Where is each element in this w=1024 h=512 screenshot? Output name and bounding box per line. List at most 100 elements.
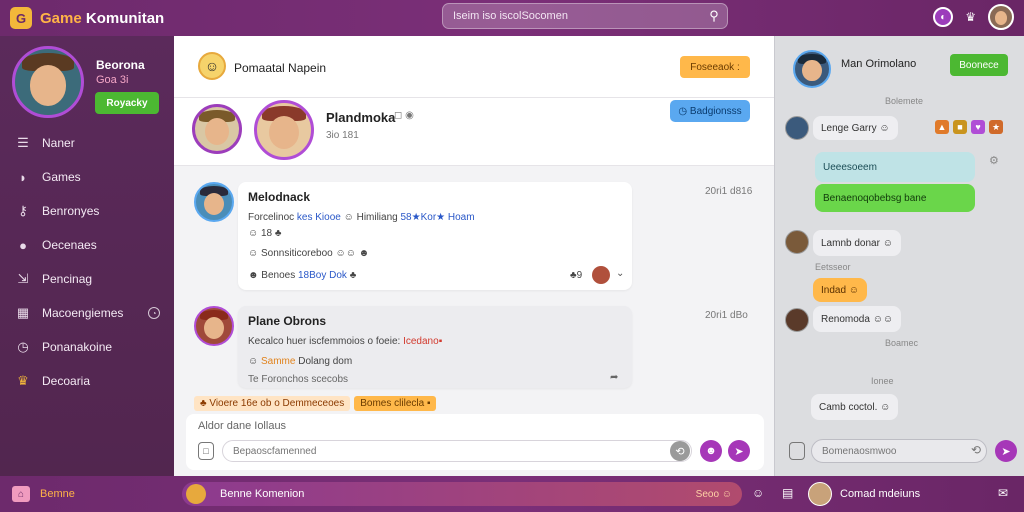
chat-avatar[interactable] — [785, 230, 809, 254]
chevron-down-icon[interactable]: ⌄ — [616, 268, 624, 279]
key-icon: ⚷ — [18, 203, 28, 218]
chest-icon[interactable]: ■ — [953, 120, 967, 134]
chat-bubble: Camb coctol. ☺ — [811, 394, 899, 420]
sidebar-item-label: Naner — [42, 136, 75, 150]
layers-icon[interactable]: ▤ — [782, 486, 793, 500]
now-playing-bar[interactable]: Benne Komenion Seoo ☺ — [182, 482, 742, 506]
message-mention[interactable]: Samme — [261, 356, 295, 367]
message-line: Forcelinoc kes Kiooe ☺ Himiliang 58★Kor★… — [248, 212, 475, 223]
attach-icon[interactable]: □ — [198, 442, 214, 460]
clock-icon: ◷ — [17, 339, 29, 354]
sidebar-item-label: Ponanakoine — [42, 340, 113, 354]
send-button[interactable]: ➤ — [995, 440, 1017, 462]
message-text: huer iscfemmoios o foeie: — [286, 336, 401, 347]
chat-avatar[interactable] — [785, 116, 809, 140]
sidebar-item-label: Decoaria — [42, 374, 91, 388]
notifications-icon[interactable]: ◐ — [933, 7, 954, 27]
chat-time: Boamec — [885, 338, 919, 348]
bottom-user[interactable]: Comad mdeiuns — [808, 482, 920, 506]
now-playing-title: Benne Komenion — [220, 488, 305, 500]
star-icon[interactable]: ★ — [989, 120, 1003, 134]
message-line: ☺ Samme Dolang dom — [248, 356, 352, 367]
sidebar-nav: ☰ Naner ◗ Games ⚷ Benronyes ● Oecenaes ⇲ Penc… — [0, 126, 174, 398]
main-header: ☺ Pomaatal Napein Foseeaok : — [174, 36, 774, 98]
heart-icon[interactable]: ♥ — [971, 120, 985, 134]
avatar-face — [802, 60, 822, 82]
profile-card: Beorona Goa 3i Royacky — [0, 36, 174, 126]
profile-avatar[interactable] — [12, 46, 84, 118]
chat-bubble: Ueeesoeem — [815, 152, 975, 182]
emoji-icon[interactable]: ☺ — [752, 486, 764, 500]
now-playing-avatar — [186, 484, 206, 504]
profile-status-button[interactable]: Royacky — [95, 92, 159, 114]
sidebar-item-keys[interactable]: ⚷ Benronyes — [0, 194, 174, 228]
message-composer: Aldor dane Iollaus □ ⟲ ☻ ➤ — [186, 414, 764, 470]
follow-button[interactable]: Boonece — [950, 54, 1008, 76]
header-action-button[interactable]: Foseeaok : — [680, 56, 750, 78]
message-avatar[interactable] — [194, 306, 234, 346]
search-input[interactable] — [443, 10, 701, 22]
sidebar-item-menu[interactable]: ☰ Naner — [0, 126, 174, 160]
send-button[interactable]: ➤ — [728, 440, 750, 462]
chat-reaction-icons[interactable]: ▲ ■ ♥ ★ — [935, 120, 1003, 134]
right-composer: ⟲ ➤ — [785, 438, 1017, 464]
right-composer-input[interactable] — [812, 440, 986, 462]
sidebar-item-clock[interactable]: ◷ Ponanakoine — [0, 330, 174, 364]
group-tools-icon[interactable]: ◻ ◉ — [394, 110, 414, 121]
share-icon[interactable]: ➦ — [610, 372, 618, 383]
composer-box[interactable] — [222, 440, 692, 462]
app-logo[interactable]: G Game Komunitan — [10, 7, 164, 29]
sticker-icon[interactable]: ⟲ — [670, 441, 690, 461]
search-bar[interactable]: ⚲ — [442, 3, 728, 29]
sticker-icon[interactable]: ⟲ — [971, 443, 981, 457]
avatar-face — [203, 192, 225, 215]
message-reactions[interactable]: ♣9 — [570, 270, 582, 281]
message-avatar[interactable] — [194, 182, 234, 222]
right-composer-box[interactable] — [811, 439, 987, 463]
group-avatar-1[interactable] — [192, 104, 242, 154]
profile-name: Beorona — [96, 58, 145, 72]
message-text: ☺ Himiliang — [340, 212, 401, 223]
notice-tag[interactable]: Bomes clilecla ▪ — [354, 395, 437, 411]
fire-icon[interactable]: ▲ — [935, 120, 949, 134]
chat-partner-avatar[interactable] — [793, 50, 831, 88]
message-author: Melodnack — [248, 190, 311, 204]
sidebar-item-crown[interactable]: ♛ Decoaria — [0, 364, 174, 398]
sidebar-item-users[interactable]: ● Oecenaes — [0, 228, 174, 262]
right-chat-panel: Man Orimolano Boonece Bolemete Lenge Gar… — [774, 36, 1024, 476]
message-link[interactable]: 18Boy Dok — [298, 270, 347, 281]
controller-icon: ◗ — [19, 169, 27, 185]
message-mention[interactable]: kes Kiooe — [297, 212, 341, 223]
sidebar-item-games[interactable]: ◗ Games — [0, 160, 174, 194]
bottom-bar: ⌂ Bemne Benne Komenion Seoo ☺ ☺ ▤ Comad … — [0, 476, 1024, 512]
chat-icon[interactable]: ✉ — [998, 486, 1008, 500]
badges-button[interactable]: ◷ Badgionsss — [670, 100, 750, 122]
attach-icon[interactable] — [789, 442, 805, 460]
emoji-button[interactable]: ☻ — [700, 440, 722, 462]
app-title-suffix: Komunitan — [81, 9, 165, 27]
top-user-avatar[interactable] — [988, 4, 1014, 30]
crown-icon[interactable]: ♛ — [965, 10, 976, 24]
message-author: Plane Obrons — [248, 314, 327, 328]
avatar-face — [29, 64, 67, 106]
settings-icon[interactable]: ⚙ — [989, 154, 999, 167]
chat-time: Ionee — [871, 376, 894, 386]
message-feed: Melodnack Forcelinoc kes Kiooe ☺ Himilia… — [174, 176, 774, 476]
page-title: Pomaatal Napein — [234, 61, 327, 75]
bottom-home[interactable]: ⌂ Bemne — [12, 486, 75, 502]
chat-bubble: Lenge Garry ☺ — [813, 116, 898, 140]
sidebar-item-grid[interactable]: ▦ Macoengiemes ◔ — [0, 296, 174, 330]
message-line: Kecalco huer iscfemmoios o foeie: Icedan… — [248, 336, 442, 347]
sidebar-item-inbox[interactable]: ⇲ Pencinag — [0, 262, 174, 296]
group-avatar-2[interactable] — [254, 100, 314, 160]
composer-input[interactable] — [223, 441, 691, 461]
search-icon[interactable]: ⚲ — [701, 8, 727, 24]
message-score: 58★Kor★ — [400, 212, 446, 223]
chat-avatar[interactable] — [785, 308, 809, 332]
group-name: Plandmoka — [326, 110, 396, 125]
message-line: Te Foronchos scecobs — [248, 374, 349, 385]
left-sidebar: Beorona Goa 3i Royacky ☰ Naner ◗ Games ⚷ Be… — [0, 36, 174, 476]
smiley-icon: ☺ — [198, 52, 226, 80]
reaction-avatar[interactable] — [592, 266, 610, 284]
avatar-face — [994, 11, 1008, 25]
